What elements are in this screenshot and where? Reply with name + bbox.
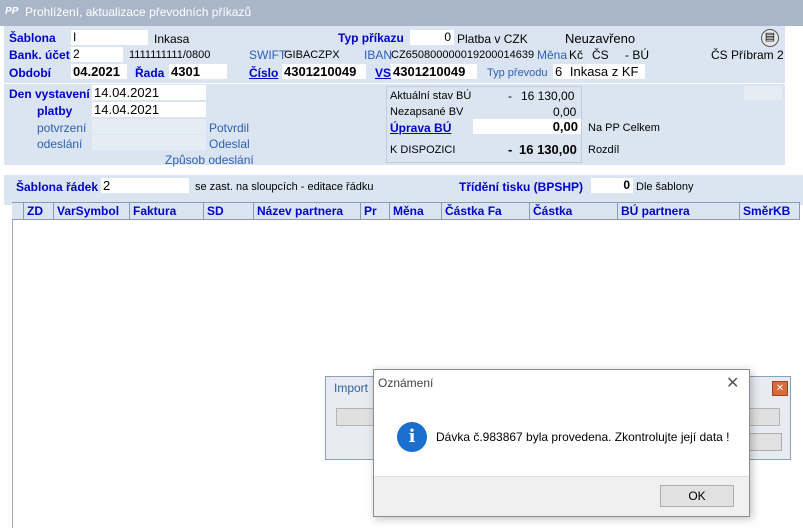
vs-field[interactable]: 4301210049: [391, 64, 477, 79]
odeslani-field[interactable]: [92, 135, 206, 150]
obdobi-field[interactable]: 04.2021: [71, 64, 127, 79]
cislo-label: Číslo: [249, 66, 279, 80]
potvrzeni-label: potvrzení: [37, 121, 87, 135]
bank-ucet-field[interactable]: 2: [71, 47, 123, 62]
iban-label: IBAN: [364, 48, 393, 62]
column-header-zd[interactable]: ZD: [24, 202, 54, 220]
import-dialog-title: Import: [334, 381, 369, 395]
column-header-bu-partnera[interactable]: BÚ partnera: [618, 202, 740, 220]
odeslal-label: Odeslal: [209, 137, 250, 151]
k-dispozici-value: 16 130,00: [519, 142, 577, 157]
zpusob-odeslani-label: Způsob odeslání: [165, 153, 254, 167]
sablona-radek-label: Šablona řádek: [16, 180, 99, 194]
window-titlebar: PP Prohlížení, aktualizace převodních př…: [0, 0, 803, 26]
column-header-varsymbol[interactable]: VarSymbol: [54, 202, 130, 220]
potvrzeni-field[interactable]: [92, 119, 206, 134]
odeslani-label: odeslání: [37, 137, 83, 151]
aux-field: [744, 86, 782, 100]
mena-label: Měna: [537, 48, 568, 62]
bank-ucet-label: Bank. účet: [9, 48, 70, 62]
nezapsane-value: 0,00: [553, 105, 577, 119]
calculator-icon[interactable]: ▤: [761, 29, 779, 47]
k-dispozici-sign: -: [508, 142, 513, 157]
typ-prevodu-text: Inkasa z KF: [569, 64, 639, 79]
notification-message: Dávka č.983867 byla provedena. Zkontrolu…: [436, 430, 730, 444]
typ-prikazu-label: Typ příkazu: [338, 31, 404, 45]
branch-name: ČS Příbram 2: [711, 48, 784, 62]
rada-field[interactable]: 4301: [169, 64, 227, 79]
nezapsane-label: Nezapsané BV: [390, 106, 464, 118]
grid-left-border: [12, 220, 13, 528]
mena-value: Kč: [569, 48, 584, 62]
info-icon: i: [397, 422, 427, 452]
bu-text: - BÚ: [625, 48, 649, 62]
cislo-field[interactable]: 4301210049: [282, 64, 366, 79]
window-title: Prohlížení, aktualizace převodních příka…: [25, 5, 252, 19]
swift-value: GIBACZPX: [284, 49, 340, 61]
iban-value: CZ650800000019200014639: [391, 49, 535, 61]
column-header-nazev-partnera[interactable]: Název partnera: [254, 202, 361, 220]
rozdil-label: Rozdíl: [588, 144, 620, 156]
swift-label: SWIFT: [249, 48, 287, 62]
bank-short: ČS: [592, 48, 609, 62]
k-dispozici-label: K DISPOZICI: [390, 144, 456, 156]
notification-dialog: Oznámení ✕ i Dávka č.983867 byla provede…: [373, 369, 750, 517]
ok-button[interactable]: OK: [660, 485, 734, 507]
column-header-selector[interactable]: [12, 202, 24, 220]
potvrdil-label: Potvrdil: [209, 121, 250, 135]
uprava-field[interactable]: 0,00: [473, 119, 581, 134]
import-close-icon[interactable]: ✕: [772, 381, 788, 396]
typ-prevodu-label: Typ převodu: [487, 67, 548, 79]
aktualni-sign: -: [508, 89, 512, 103]
trideni-field[interactable]: 0: [591, 178, 633, 193]
platby-label: platby: [37, 104, 73, 118]
status-text: Neuzavřeno: [565, 31, 636, 46]
column-header-sd[interactable]: SD: [204, 202, 254, 220]
uprava-label: Úprava BÚ: [390, 121, 452, 135]
notification-title: Oznámení: [378, 376, 434, 390]
column-header-smerkb[interactable]: SměrKB: [740, 202, 800, 220]
platby-field[interactable]: 14.04.2021: [92, 102, 206, 117]
trideni-text: Dle šablony: [636, 181, 694, 193]
column-header-castka[interactable]: Částka: [530, 202, 618, 220]
sablona-radek-note: se zast. na sloupcích - editace řádku: [195, 181, 374, 193]
aktualni-label: Aktuální stav BÚ: [390, 90, 472, 102]
column-header-castka-fa[interactable]: Částka Fa: [442, 202, 530, 220]
app-icon: PP: [5, 6, 19, 17]
import-dialog-button[interactable]: [746, 433, 782, 451]
column-header-pr[interactable]: Pr: [361, 202, 390, 220]
sablona-label: Šablona: [9, 31, 56, 45]
trideni-label: Třídění tisku (BPSHP): [459, 180, 584, 194]
sablona-field[interactable]: I: [71, 30, 148, 45]
na-pp-celkem-label: Na PP Celkem: [588, 122, 660, 134]
sablona-name: Inkasa: [154, 32, 190, 46]
den-vystaveni-field[interactable]: 14.04.2021: [92, 85, 206, 100]
column-header-mena[interactable]: Měna: [390, 202, 442, 220]
typ-prevodu-value: 6: [555, 64, 563, 79]
obdobi-label: Období: [9, 66, 51, 80]
close-icon[interactable]: ✕: [726, 373, 739, 393]
column-header-faktura[interactable]: Faktura: [130, 202, 204, 220]
aktualni-value: 16 130,00: [521, 89, 575, 103]
typ-prikazu-text: Platba v CZK: [457, 32, 528, 46]
typ-prikazu-field[interactable]: 0: [410, 30, 454, 45]
typ-prevodu-field[interactable]: 6 Inkasa z KF: [553, 64, 645, 79]
rada-label: Řada: [135, 66, 165, 80]
den-vystaveni-label: Den vystavení: [9, 87, 90, 101]
bank-ucet-number: 1111111111/0800: [129, 49, 211, 61]
vs-label: VS: [375, 66, 392, 80]
sablona-radek-field[interactable]: 2: [101, 178, 189, 193]
